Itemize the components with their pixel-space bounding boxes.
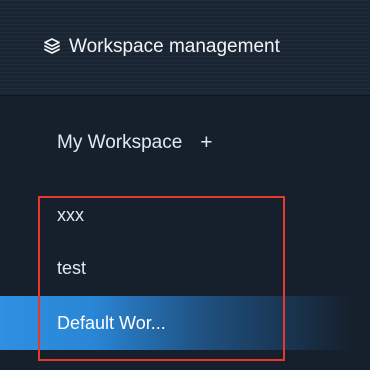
- panel-header: Workspace management: [0, 0, 370, 96]
- workspace-item-label: test: [57, 257, 87, 278]
- workspace-item-xxx[interactable]: xxx: [0, 191, 370, 240]
- section-label: My Workspace: [57, 132, 183, 153]
- workspace-item-test[interactable]: test: [0, 240, 370, 296]
- workspace-item-label: xxx: [57, 205, 84, 225]
- panel-title: Workspace management: [69, 36, 280, 57]
- add-workspace-button[interactable]: +: [200, 132, 212, 154]
- workspace-list: xxx test Default Wor...: [0, 191, 370, 350]
- my-workspace-section: My Workspace +: [57, 130, 213, 156]
- layers-icon: [43, 37, 61, 55]
- workspace-panel: Workspace management My Workspace + xxx …: [0, 0, 370, 370]
- workspace-item-label: Default Wor...: [57, 312, 166, 333]
- workspace-item-default[interactable]: Default Wor...: [0, 296, 370, 350]
